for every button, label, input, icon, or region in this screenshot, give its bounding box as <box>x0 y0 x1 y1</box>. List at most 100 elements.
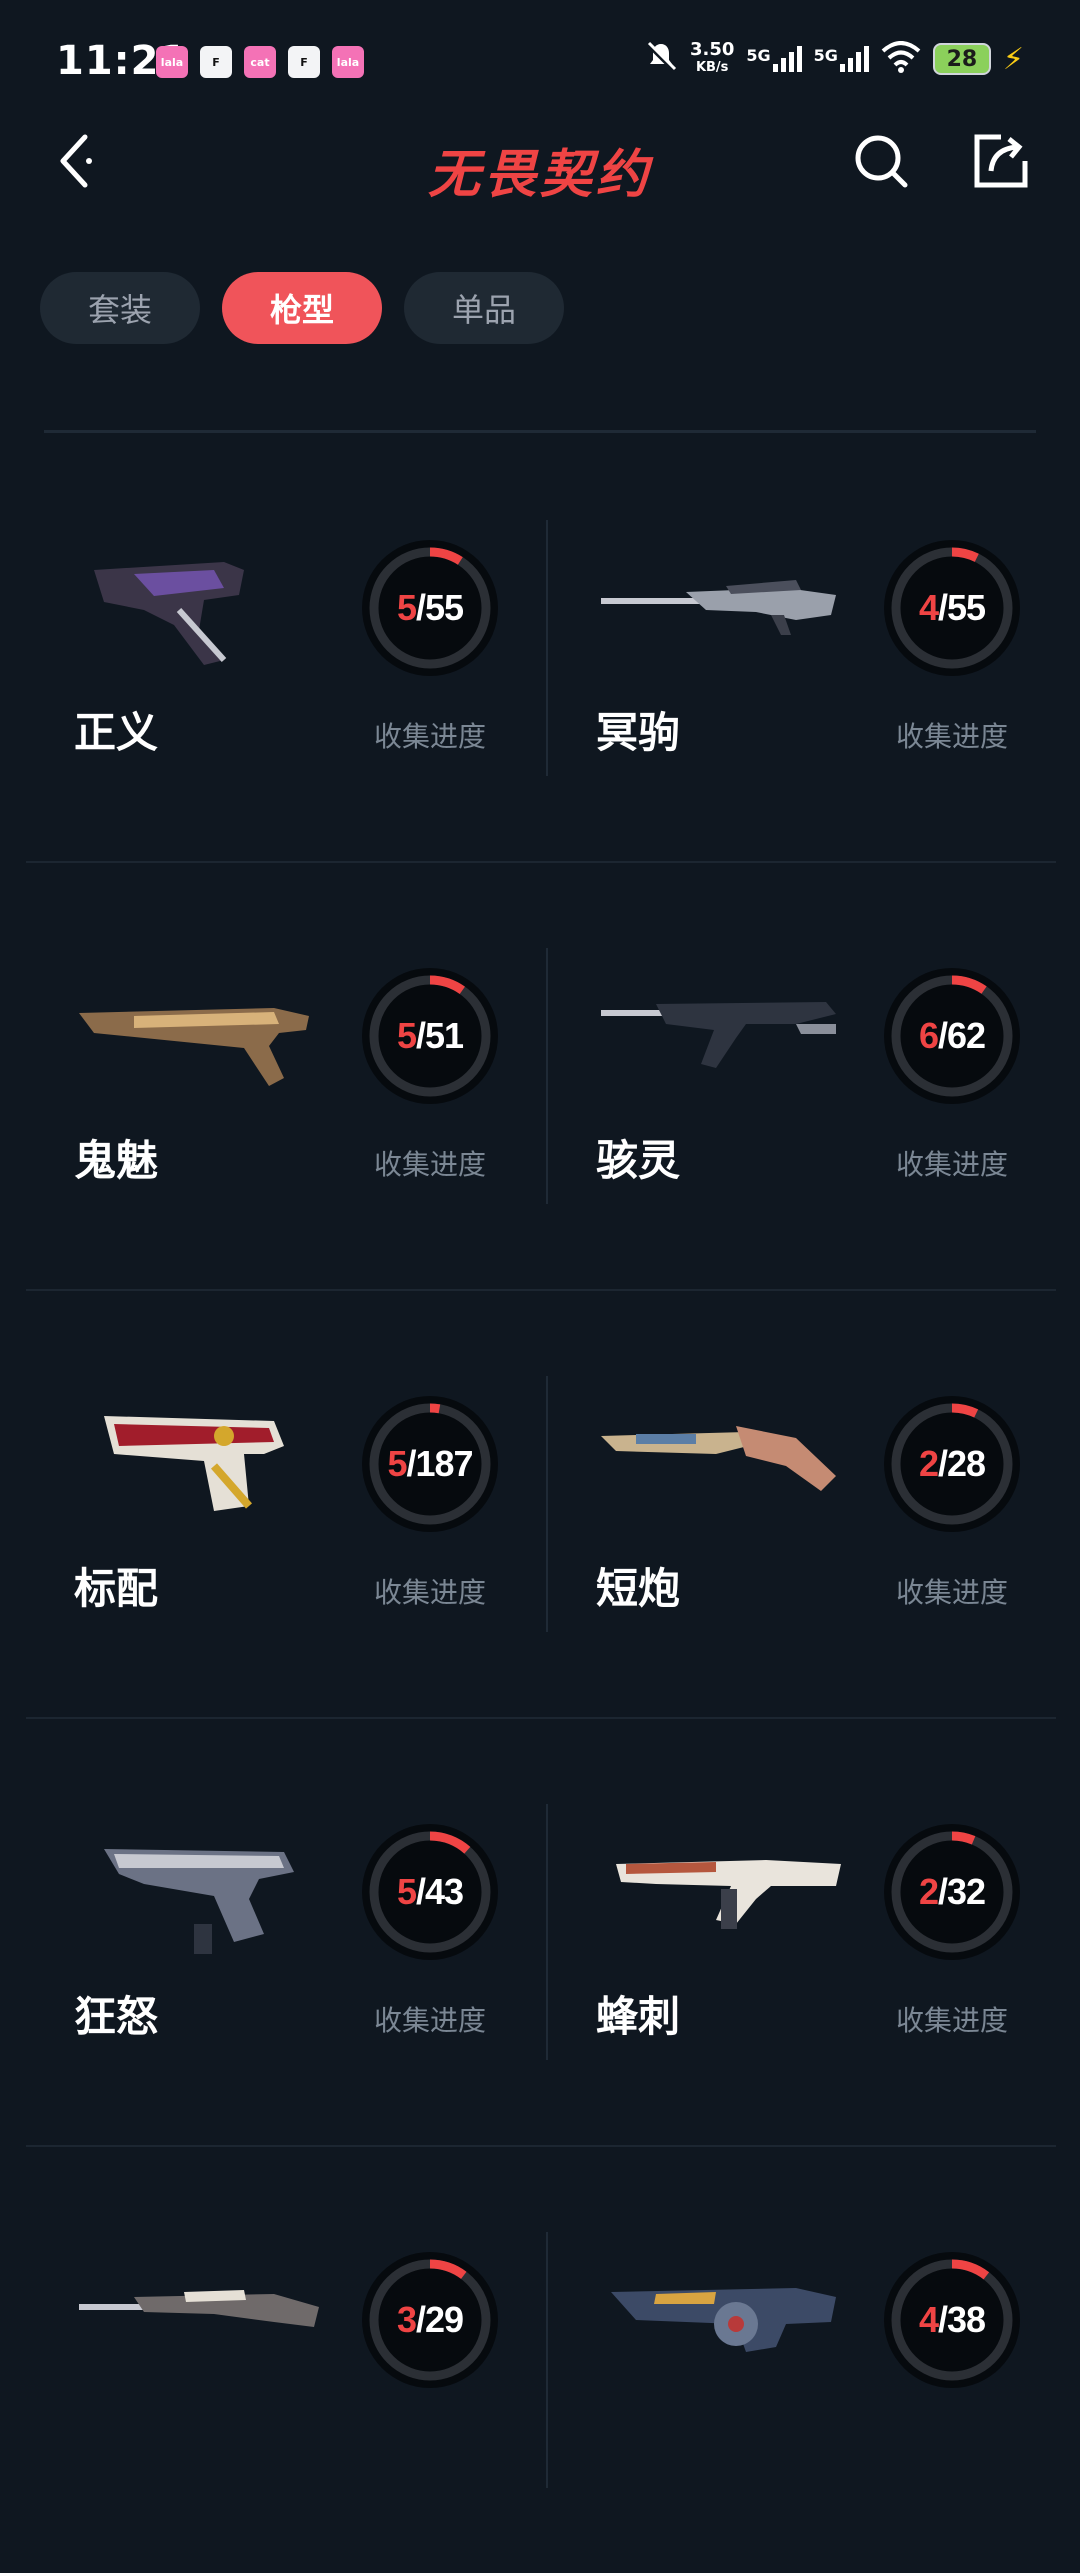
weapon-card[interactable]: 蜂刺 2/32 收集进度 <box>548 1719 1063 2145</box>
lala-app-icon: lala <box>332 46 364 78</box>
category-tabs: 套装 枪型 单品 <box>40 272 564 344</box>
total-count: 32 <box>947 1871 986 1912</box>
count-separator: / <box>406 1443 416 1484</box>
progress-label: 收集进度 <box>373 720 486 753</box>
grid-row: 标配 5/187 收集进度 短炮 2/28 收集进度 <box>26 1291 1056 1719</box>
weapon-name: 蜂刺 <box>596 1992 681 2041</box>
classic-skin-image <box>74 1396 324 1546</box>
count-separator: / <box>937 1871 948 1912</box>
rifle-skin-image <box>74 2252 324 2402</box>
collection-progress-ring: 2/32 <box>882 1822 1022 1962</box>
weapon-card[interactable]: 鬼魅 5/51 收集进度 <box>26 863 541 1289</box>
collection-progress-ring: 5/51 <box>360 966 500 1106</box>
charging-icon: ⚡ <box>1002 41 1024 77</box>
tab-single-items[interactable]: 单品 <box>404 272 564 344</box>
search-icon <box>855 135 908 188</box>
progress-count: 5/43 <box>360 1822 500 1962</box>
weapon-name: 鬼魅 <box>74 1136 159 1185</box>
progress-label: 收集进度 <box>895 2004 1008 2037</box>
stinger-skin-image <box>596 1824 846 1974</box>
owned-count: 4 <box>918 587 939 628</box>
owned-count: 6 <box>918 1015 939 1056</box>
collection-progress-ring: 5/187 <box>360 1394 500 1534</box>
collection-progress-ring: 4/55 <box>882 538 1022 678</box>
network-speed: 3.50 KB/s <box>689 39 735 76</box>
count-separator: / <box>415 1015 426 1056</box>
signal-icon: 5G <box>814 46 869 72</box>
wifi-icon <box>881 41 921 77</box>
search-button[interactable] <box>846 126 916 196</box>
progress-label: 收集进度 <box>373 1148 486 1181</box>
progress-count: 6/62 <box>882 966 1022 1106</box>
total-count: 55 <box>425 587 464 628</box>
tab-sets[interactable]: 套装 <box>40 272 200 344</box>
page-title: 无畏契约 <box>427 145 652 205</box>
progress-count: 5/55 <box>360 538 500 678</box>
weapon-card[interactable]: 短炮 2/28 收集进度 <box>548 1291 1063 1717</box>
signal-icon: 5G <box>746 46 802 72</box>
weapon-name: 冥驹 <box>596 708 681 757</box>
weapon-name: 骇灵 <box>596 1136 681 1185</box>
weapon-card[interactable]: 正义 5/55 收集进度 <box>26 435 541 861</box>
progress-label: 收集进度 <box>895 720 1008 753</box>
weapon-card[interactable]: 冥驹 4/55 收集进度 <box>548 435 1063 861</box>
count-separator: / <box>415 587 426 628</box>
total-count: 29 <box>425 2299 464 2340</box>
progress-label: 收集进度 <box>373 1576 486 1609</box>
lala-app-icon: lala <box>156 46 188 78</box>
progress-count: 3/29 <box>360 2250 500 2390</box>
status-bar: 11:21 lala F cat F lala 3.50 KB/s 5G 5G … <box>0 0 1080 120</box>
owned-count: 5 <box>396 587 417 628</box>
collection-progress-ring: 2/28 <box>882 1394 1022 1534</box>
weapon-card[interactable]: 3/29 <box>26 2147 541 2573</box>
total-count: 28 <box>947 1443 986 1484</box>
total-count: 51 <box>425 1015 464 1056</box>
weapon-card[interactable]: 4/38 <box>548 2147 1063 2573</box>
total-count: 187 <box>415 1443 473 1484</box>
share-button[interactable] <box>966 126 1036 196</box>
progress-count: 4/55 <box>882 538 1022 678</box>
collection-progress-ring: 5/43 <box>360 1822 500 1962</box>
owned-count: 2 <box>918 1871 939 1912</box>
system-status: 3.50 KB/s 5G 5G 28 ⚡ <box>644 40 1024 78</box>
divider <box>44 430 1036 433</box>
heavy-skin-image <box>596 2252 846 2402</box>
cat-app-icon: cat <box>244 46 276 78</box>
weapon-card[interactable]: 狂怒 5/43 收集进度 <box>26 1719 541 2145</box>
grid-row: 正义 5/55 收集进度 冥驹 4/55 收集进度 <box>26 435 1056 863</box>
count-separator: / <box>415 2299 426 2340</box>
grid-row: 狂怒 5/43 收集进度 蜂刺 2/32 收集进度 <box>26 1719 1056 2147</box>
share-icon <box>974 134 1028 188</box>
grid-row: 鬼魅 5/51 收集进度 骇灵 6/62 收集进度 <box>26 863 1056 1291</box>
count-separator: / <box>937 2299 948 2340</box>
grid-row: 3/29 4/38 <box>26 2147 1056 2573</box>
weapon-name: 狂怒 <box>74 1992 159 2041</box>
collection-progress-ring: 3/29 <box>360 2250 500 2390</box>
owned-count: 5 <box>396 1015 417 1056</box>
progress-count: 2/28 <box>882 1394 1022 1534</box>
weapon-card[interactable]: 标配 5/187 收集进度 <box>26 1291 541 1717</box>
shotgun-skin-image <box>596 1396 846 1546</box>
count-separator: / <box>937 1443 948 1484</box>
app-header: 无畏契约 <box>0 120 1080 210</box>
progress-count: 2/32 <box>882 1822 1022 1962</box>
smg-skin-image <box>596 968 846 1118</box>
owned-count: 4 <box>918 2299 939 2340</box>
owned-count: 5 <box>396 1871 417 1912</box>
weapon-name: 标配 <box>74 1564 159 1613</box>
weapon-grid: 正义 5/55 收集进度 冥驹 4/55 收集进度 鬼魅 5/51 收集进度 骇灵 6/62 收… <box>26 435 1056 2573</box>
count-separator: / <box>937 1015 948 1056</box>
total-count: 38 <box>947 2299 986 2340</box>
progress-label: 收集进度 <box>373 2004 486 2037</box>
tab-weapon-types[interactable]: 枪型 <box>222 272 382 344</box>
weapon-card[interactable]: 骇灵 6/62 收集进度 <box>548 863 1063 1289</box>
f-app-icon: F <box>200 46 232 78</box>
collection-progress-ring: 4/38 <box>882 2250 1022 2390</box>
total-count: 62 <box>947 1015 986 1056</box>
owned-count: 3 <box>396 2299 417 2340</box>
weapon-name: 正义 <box>74 708 159 757</box>
count-separator: / <box>937 587 948 628</box>
progress-count: 5/187 <box>360 1394 500 1534</box>
pistol-skin-image <box>74 968 324 1118</box>
f-app-icon: F <box>288 46 320 78</box>
